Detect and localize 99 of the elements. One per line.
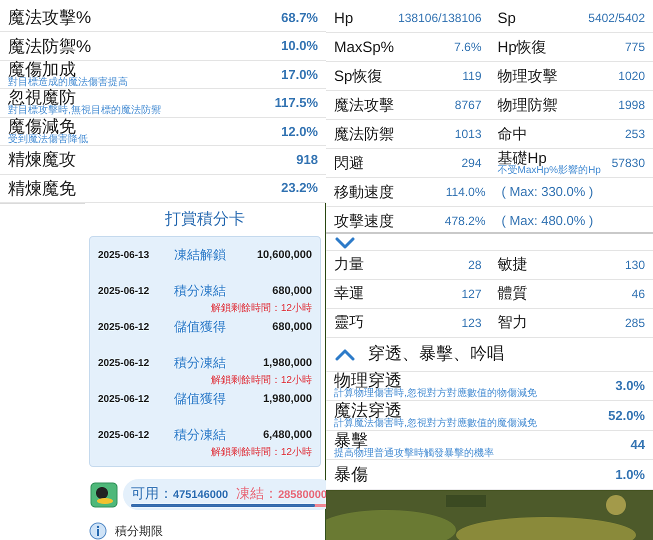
entry-date: 2025-06-12 — [98, 428, 150, 443]
stat-description: 提高物理普通攻擊時觸發暴擊的機率 — [334, 448, 494, 459]
stat-label: 魔法防禦% — [8, 38, 92, 55]
stat-label: 暴傷 — [334, 466, 368, 484]
stat-value: 119 — [462, 68, 482, 85]
frozen-points: 凍結：28580000 — [236, 484, 328, 503]
stat-value: 46 — [632, 286, 645, 303]
unlock-time-note: 解鎖剩餘時間：12小時 — [210, 302, 312, 316]
entry-type: 積分凍結 — [174, 282, 227, 300]
stat-label: 命中 — [498, 126, 528, 142]
chevron-down-icon[interactable] — [334, 234, 356, 249]
stat-description: 受到魔法傷害降低 — [8, 134, 88, 145]
stat-value: 130 — [624, 256, 645, 274]
stat-value: 8767 — [454, 97, 482, 114]
entry-date: 2025-06-12 — [98, 320, 150, 335]
entry-type: 積分凍結 — [174, 426, 227, 444]
stat-label: 力量 — [334, 257, 364, 272]
stat-value: 44 — [630, 436, 645, 454]
stat-label: Hp — [334, 10, 354, 26]
available-points: 可用：475146000 — [131, 484, 228, 503]
stat-value: 10.0% — [281, 37, 318, 56]
max-limit: ( Max: 330.0% ) — [502, 183, 594, 202]
stat-label: 智力 — [498, 315, 528, 330]
card-icon — [89, 480, 119, 508]
entry-amount: 1,980,000 — [262, 356, 312, 371]
stat-label: 魔法防禦 — [334, 126, 394, 142]
stat-value: 285 — [624, 314, 645, 332]
stat-value: 775 — [624, 39, 645, 56]
entry-amount: 6,480,000 — [262, 428, 312, 443]
entry-type: 凍結解鎖 — [174, 246, 227, 264]
stat-label: 移動速度 — [334, 184, 394, 200]
stat-label: 暴擊 — [334, 432, 368, 449]
stat-label: 閃避 — [334, 156, 364, 170]
stat-value: 28 — [468, 256, 482, 274]
stat-label: 物理防禦 — [498, 98, 558, 112]
stat-value: 127 — [461, 286, 482, 303]
stat-description: 對目標攻擊時,無視目標的魔法防禦 — [8, 106, 161, 116]
stat-value: 123 — [461, 314, 482, 332]
stat-description: 計算魔法傷害時,忽視對方對應數值的魔傷減免 — [334, 419, 537, 430]
panel-title: 打賞積分卡 — [165, 210, 245, 230]
stat-value: 23.2% — [281, 179, 318, 198]
entry-type: 積分凍結 — [174, 354, 227, 372]
stat-label: 攻擊速度 — [334, 214, 394, 228]
stat-value: 57830 — [612, 155, 645, 172]
stat-label: Sp恢復 — [334, 68, 382, 84]
stat-label: 魔傷加成 — [8, 61, 76, 78]
stat-description: 對目標造成的魔法傷害提高 — [8, 78, 128, 88]
stat-label: Hp恢復 — [498, 40, 547, 54]
stat-label: 敏捷 — [498, 257, 528, 272]
stat-label: 精煉魔攻 — [8, 151, 76, 168]
stat-label: 魔法攻擊 — [334, 98, 394, 112]
chevron-up-icon[interactable] — [334, 347, 356, 362]
points-expiry-link[interactable]: 積分期限 — [115, 522, 163, 540]
stat-value: 5402/5402 — [588, 10, 645, 27]
stat-value: 253 — [624, 126, 645, 143]
stat-value: 117.5% — [274, 94, 318, 112]
stat-label: Sp — [498, 10, 516, 26]
stat-value: 1020 — [618, 68, 645, 85]
stat-value: 7.6% — [454, 39, 482, 56]
max-limit: ( Max: 480.0% ) — [502, 212, 594, 230]
entry-date: 2025-06-13 — [98, 248, 150, 263]
stat-value: 12.0% — [281, 122, 318, 141]
entry-date: 2025-06-12 — [98, 356, 150, 371]
stat-value: 17.0% — [281, 66, 318, 84]
entry-amount: 1,980,000 — [262, 392, 312, 407]
unlock-time-note: 解鎖剩餘時間：12小時 — [210, 446, 312, 460]
entry-date: 2025-06-12 — [98, 392, 150, 407]
stat-value: 478.2% — [444, 213, 486, 230]
stat-label: 精煉魔免 — [8, 180, 76, 197]
stat-value: 918 — [296, 151, 318, 170]
stat-label: 忽視魔防 — [8, 89, 76, 106]
stat-label: 魔法攻擊% — [8, 9, 92, 26]
entry-type: 儲值獲得 — [174, 390, 227, 408]
stat-description: 不受MaxHp%影響的Hp — [498, 166, 601, 176]
unlock-time-note: 解鎖剩餘時間：12小時 — [210, 374, 312, 388]
stat-label: 靈巧 — [334, 315, 364, 330]
stat-label: 幸運 — [334, 286, 364, 302]
section-title: 穿透、暴擊、吟唱 — [368, 343, 504, 366]
stat-value: 1998 — [618, 97, 645, 114]
stat-description: 計算物理傷害時,忽視對方對應數值的物傷減免 — [334, 389, 537, 400]
stat-value: 138106/138106 — [398, 10, 482, 27]
stat-label: 體質 — [498, 286, 528, 302]
stat-value: 1.0% — [615, 466, 645, 484]
stat-value: 68.7% — [281, 8, 318, 27]
stat-label: MaxSp% — [334, 40, 394, 54]
stat-value: 3.0% — [615, 377, 645, 396]
stat-label: 魔傷減免 — [8, 118, 76, 135]
stat-value: 1013 — [454, 126, 482, 143]
stat-value: 52.0% — [608, 406, 645, 425]
entry-amount: 680,000 — [271, 320, 312, 335]
stat-value: 114.0% — [446, 184, 486, 201]
entry-date: 2025-06-12 — [98, 284, 150, 299]
entry-amount: 10,600,000 — [256, 248, 312, 263]
info-icon[interactable] — [89, 522, 107, 540]
entry-type: 儲值獲得 — [174, 318, 227, 336]
stat-value: 294 — [461, 155, 482, 172]
entry-amount: 680,000 — [271, 284, 312, 299]
stat-label: 基礎Hp — [498, 150, 547, 166]
stat-label: 物理攻擊 — [498, 68, 558, 84]
